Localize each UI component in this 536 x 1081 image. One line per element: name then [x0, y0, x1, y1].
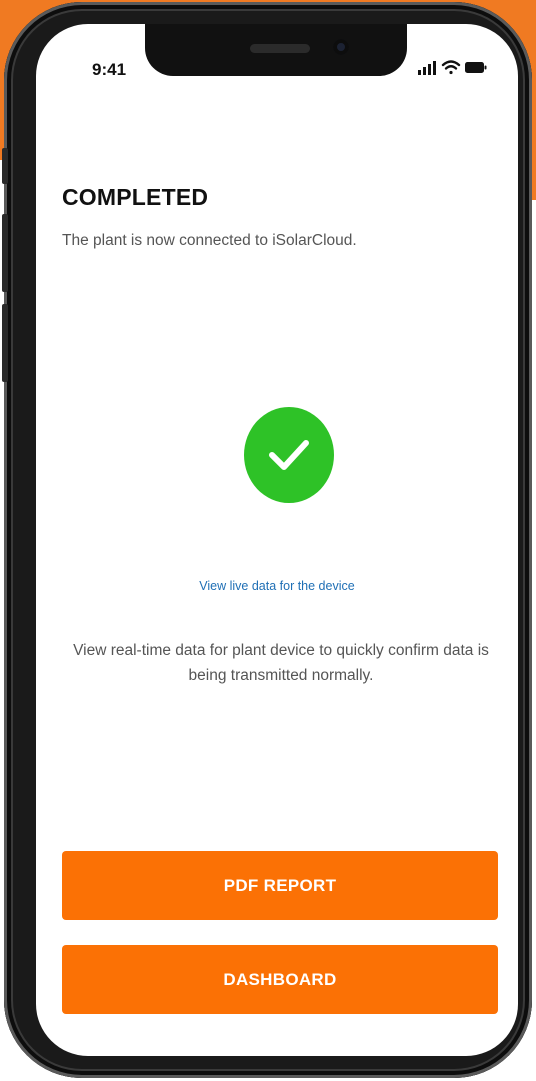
- page-title: COMPLETED: [62, 184, 209, 210]
- status-icons: [418, 60, 487, 75]
- success-badge: [244, 407, 334, 503]
- live-data-description: View real-time data for plant device to …: [73, 642, 489, 684]
- volume-down-button: [2, 304, 8, 382]
- app-screen: 9:41 COMPLETED The plant is now connecte…: [36, 24, 518, 1056]
- view-live-data-link[interactable]: View live data for the device: [36, 579, 518, 593]
- front-camera: [333, 39, 349, 55]
- checkmark-icon: [269, 440, 309, 470]
- mute-switch: [2, 148, 8, 184]
- speaker-grille: [250, 44, 310, 53]
- volume-up-button: [2, 214, 8, 292]
- phone-frame: 9:41 COMPLETED The plant is now connecte…: [2, 2, 532, 1078]
- notch: [145, 24, 407, 76]
- status-time: 9:41: [92, 60, 127, 79]
- dashboard-button[interactable]: DASHBOARD: [62, 945, 498, 1014]
- battery-icon: [465, 62, 487, 73]
- pdf-report-button[interactable]: PDF REPORT: [62, 851, 498, 920]
- wifi-icon: [441, 60, 461, 75]
- signal-icon: [418, 61, 436, 75]
- page-subtitle: The plant is now connected to iSolarClou…: [62, 232, 357, 249]
